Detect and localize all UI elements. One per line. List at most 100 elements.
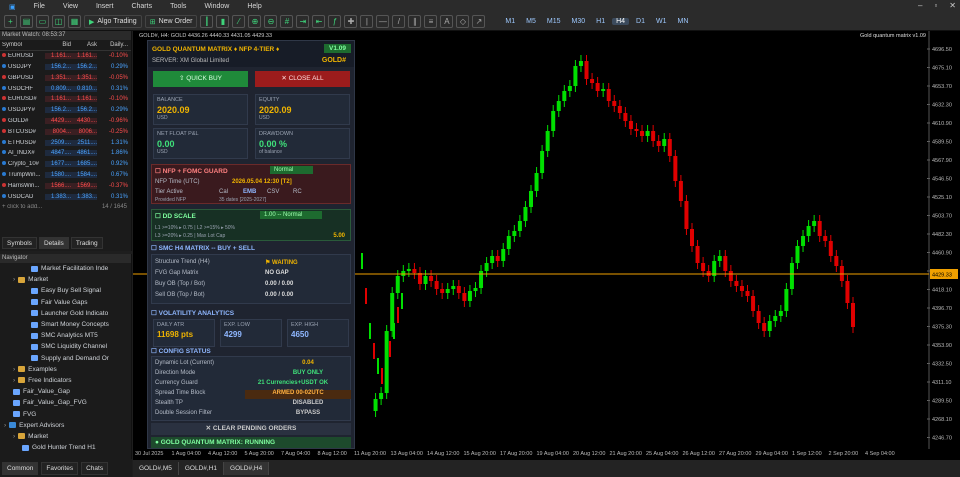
menu-insert[interactable]: Insert [87,3,123,10]
market-watch-row[interactable]: HarrisWin... 1566.... 1569.... -0.37% [0,180,131,191]
expand-arrow-icon[interactable]: › [13,366,15,373]
line-chart-icon[interactable]: ⁄ [232,15,246,28]
navigator-item[interactable]: Fair Value Gaps [0,297,131,308]
trendline-icon[interactable]: / [392,15,406,28]
tab-symbols[interactable]: Symbols [2,237,37,249]
tab-common[interactable]: Common [2,461,39,475]
grid-icon[interactable]: # [280,15,294,28]
indicators-icon[interactable]: ƒ [328,15,342,28]
minimize-icon[interactable]: – [918,1,922,10]
clear-pending-button[interactable]: ✕ CLEAR PENDING ORDERS [151,423,351,435]
tf-m5[interactable]: M5 [522,18,540,25]
menu-file[interactable]: File [25,3,54,10]
expand-arrow-icon[interactable]: › [13,433,15,440]
navigator-item[interactable]: Fair_Value_Gap_FVG [0,397,131,408]
market-watch-row[interactable]: GBPUSD 1.351... 1.351... -0.05% [0,72,131,83]
market-watch-row[interactable]: USDJPY 156.2... 156.2... 0.29% [0,62,131,73]
navigator-item[interactable]: › Market [0,274,131,285]
navigator-item[interactable]: Smart Money Concepts [0,319,131,330]
expand-arrow-icon[interactable]: › [13,377,15,384]
menu-view[interactable]: View [54,3,87,10]
market-watch-row[interactable]: EURUSD# 1.161... 1.161... -0.10% [0,94,131,105]
navigator-item[interactable]: SMC Liquidity Channel [0,341,131,352]
tf-mn[interactable]: MN [674,18,693,25]
tab-chats[interactable]: Chats [81,461,109,475]
window-icon[interactable]: ▭ [36,15,49,28]
col-daily[interactable]: Daily... [97,42,130,48]
navigator-item[interactable]: › Expert Advisors [0,420,131,431]
tf-m30[interactable]: M30 [568,18,590,25]
navigator-item[interactable]: › Free Indicators [0,375,131,386]
menu-window[interactable]: Window [195,3,238,10]
navigator-item[interactable]: SMC Analytics MT5 [0,330,131,341]
bar-chart-icon[interactable]: ┃ [200,15,214,28]
market-watch-row[interactable]: BTCUSD# 8004... 8006... -0.25% [0,126,131,137]
market-watch-row[interactable]: Crypto_10# 1677.... 1685.... 0.92% [0,159,131,170]
market-watch-panel: Market Watch: 08:53:37 Symbol Bid Ask Da… [0,31,132,251]
horizontal-line-icon[interactable]: — [376,15,390,28]
market-watch-row[interactable]: EURUSD 1.161... 1.161... -0.10% [0,51,131,62]
quick-buy-button[interactable]: ⇧ QUICK BUY [153,71,248,87]
market-watch-row[interactable]: ETHUSD# 2509.... 2511.... 1.31% [0,137,131,148]
navigator-item[interactable]: Supply and Demand Or [0,353,131,364]
menu-help[interactable]: Help [238,3,270,10]
navigator-item[interactable]: › Examples [0,364,131,375]
chart-template-icon[interactable]: ◫ [52,15,65,28]
navigator-item[interactable]: FVG [0,408,131,419]
navigator-item[interactable]: › Market [0,431,131,442]
chart-tab-h4[interactable]: GOLD#,H4 [224,462,270,475]
shapes-icon[interactable]: ◇ [456,15,470,28]
tf-d1[interactable]: D1 [632,18,649,25]
market-watch-row[interactable]: AI_INDX# 4847.... 4861.... 1.86% [0,148,131,159]
text-icon[interactable]: A [440,15,454,28]
arrows-icon[interactable]: ↗ [472,15,486,28]
zoom-in-icon[interactable]: ⊕ [248,15,262,28]
tab-trading[interactable]: Trading [70,237,103,249]
market-watch-row[interactable]: TrumpWin... 1580.... 1584.... 0.67% [0,170,131,181]
tf-h4[interactable]: H4 [612,18,630,25]
candles-icon[interactable]: ▮ [216,15,230,28]
add-symbol-row[interactable]: + click to add... 14 / 1645 [0,202,131,213]
strategy-tester-icon[interactable]: ▦ [68,15,81,28]
profiles-icon[interactable]: ▤ [20,15,33,28]
new-chart-icon[interactable]: + [4,15,17,28]
navigator-item[interactable]: Market Facilitation Inde [0,263,131,274]
tf-h1[interactable]: H1 [592,18,609,25]
navigator-item[interactable]: Launcher Gold Indicato [0,308,131,319]
close-icon[interactable]: ✕ [949,1,956,10]
market-watch-row[interactable]: USDJPY# 156.2... 156.2... 0.29% [0,105,131,116]
market-watch-row[interactable]: USDCAD 1.383... 1.383... 0.31% [0,191,131,202]
algo-trading-button[interactable]: ▶ Algo Trading [84,15,142,28]
navigator-item[interactable]: Easy Buy Sell Signal [0,285,131,296]
expand-arrow-icon[interactable]: › [13,276,15,283]
chart-tab-h1[interactable]: GOLD#,H1 [179,462,225,475]
col-bid[interactable]: Bid [45,42,71,48]
expand-arrow-icon[interactable]: › [4,422,6,429]
candle-body [640,131,645,136]
chart-tab-m5[interactable]: GOLD#,M5 [133,462,179,475]
tf-w1[interactable]: W1 [652,18,671,25]
col-ask[interactable]: Ask [71,42,97,48]
market-watch-row[interactable]: GOLD# 4429.... 4430.... -0.96% [0,116,131,127]
tf-m15[interactable]: M15 [543,18,565,25]
navigator-item[interactable]: Fair_Value_Gap [0,386,131,397]
candle-body [567,86,572,91]
crosshair-icon[interactable]: ✚ [344,15,358,28]
tab-favorites[interactable]: Favorites [41,461,79,475]
autoscroll-icon[interactable]: ⇥ [296,15,310,28]
navigator-item[interactable]: Gold Hunter Trend H1 [0,442,131,453]
new-order-button[interactable]: ⊞ New Order [144,15,198,28]
close-all-button[interactable]: ✕ CLOSE ALL [255,71,350,87]
menu-charts[interactable]: Charts [122,3,161,10]
maximize-icon[interactable]: ▫ [934,1,937,10]
tab-details[interactable]: Details [38,237,69,249]
vertical-line-icon[interactable]: | [360,15,374,28]
fibo-icon[interactable]: ≡ [424,15,438,28]
chart-shift-icon[interactable]: ⇤ [312,15,326,28]
zoom-out-icon[interactable]: ⊖ [264,15,278,28]
menu-tools[interactable]: Tools [161,3,195,10]
channel-icon[interactable]: ∥ [408,15,422,28]
col-symbol[interactable]: Symbol [0,42,45,48]
tf-m1[interactable]: M1 [501,18,519,25]
market-watch-row[interactable]: USDCHF 0.809... 0.810... 0.31% [0,83,131,94]
